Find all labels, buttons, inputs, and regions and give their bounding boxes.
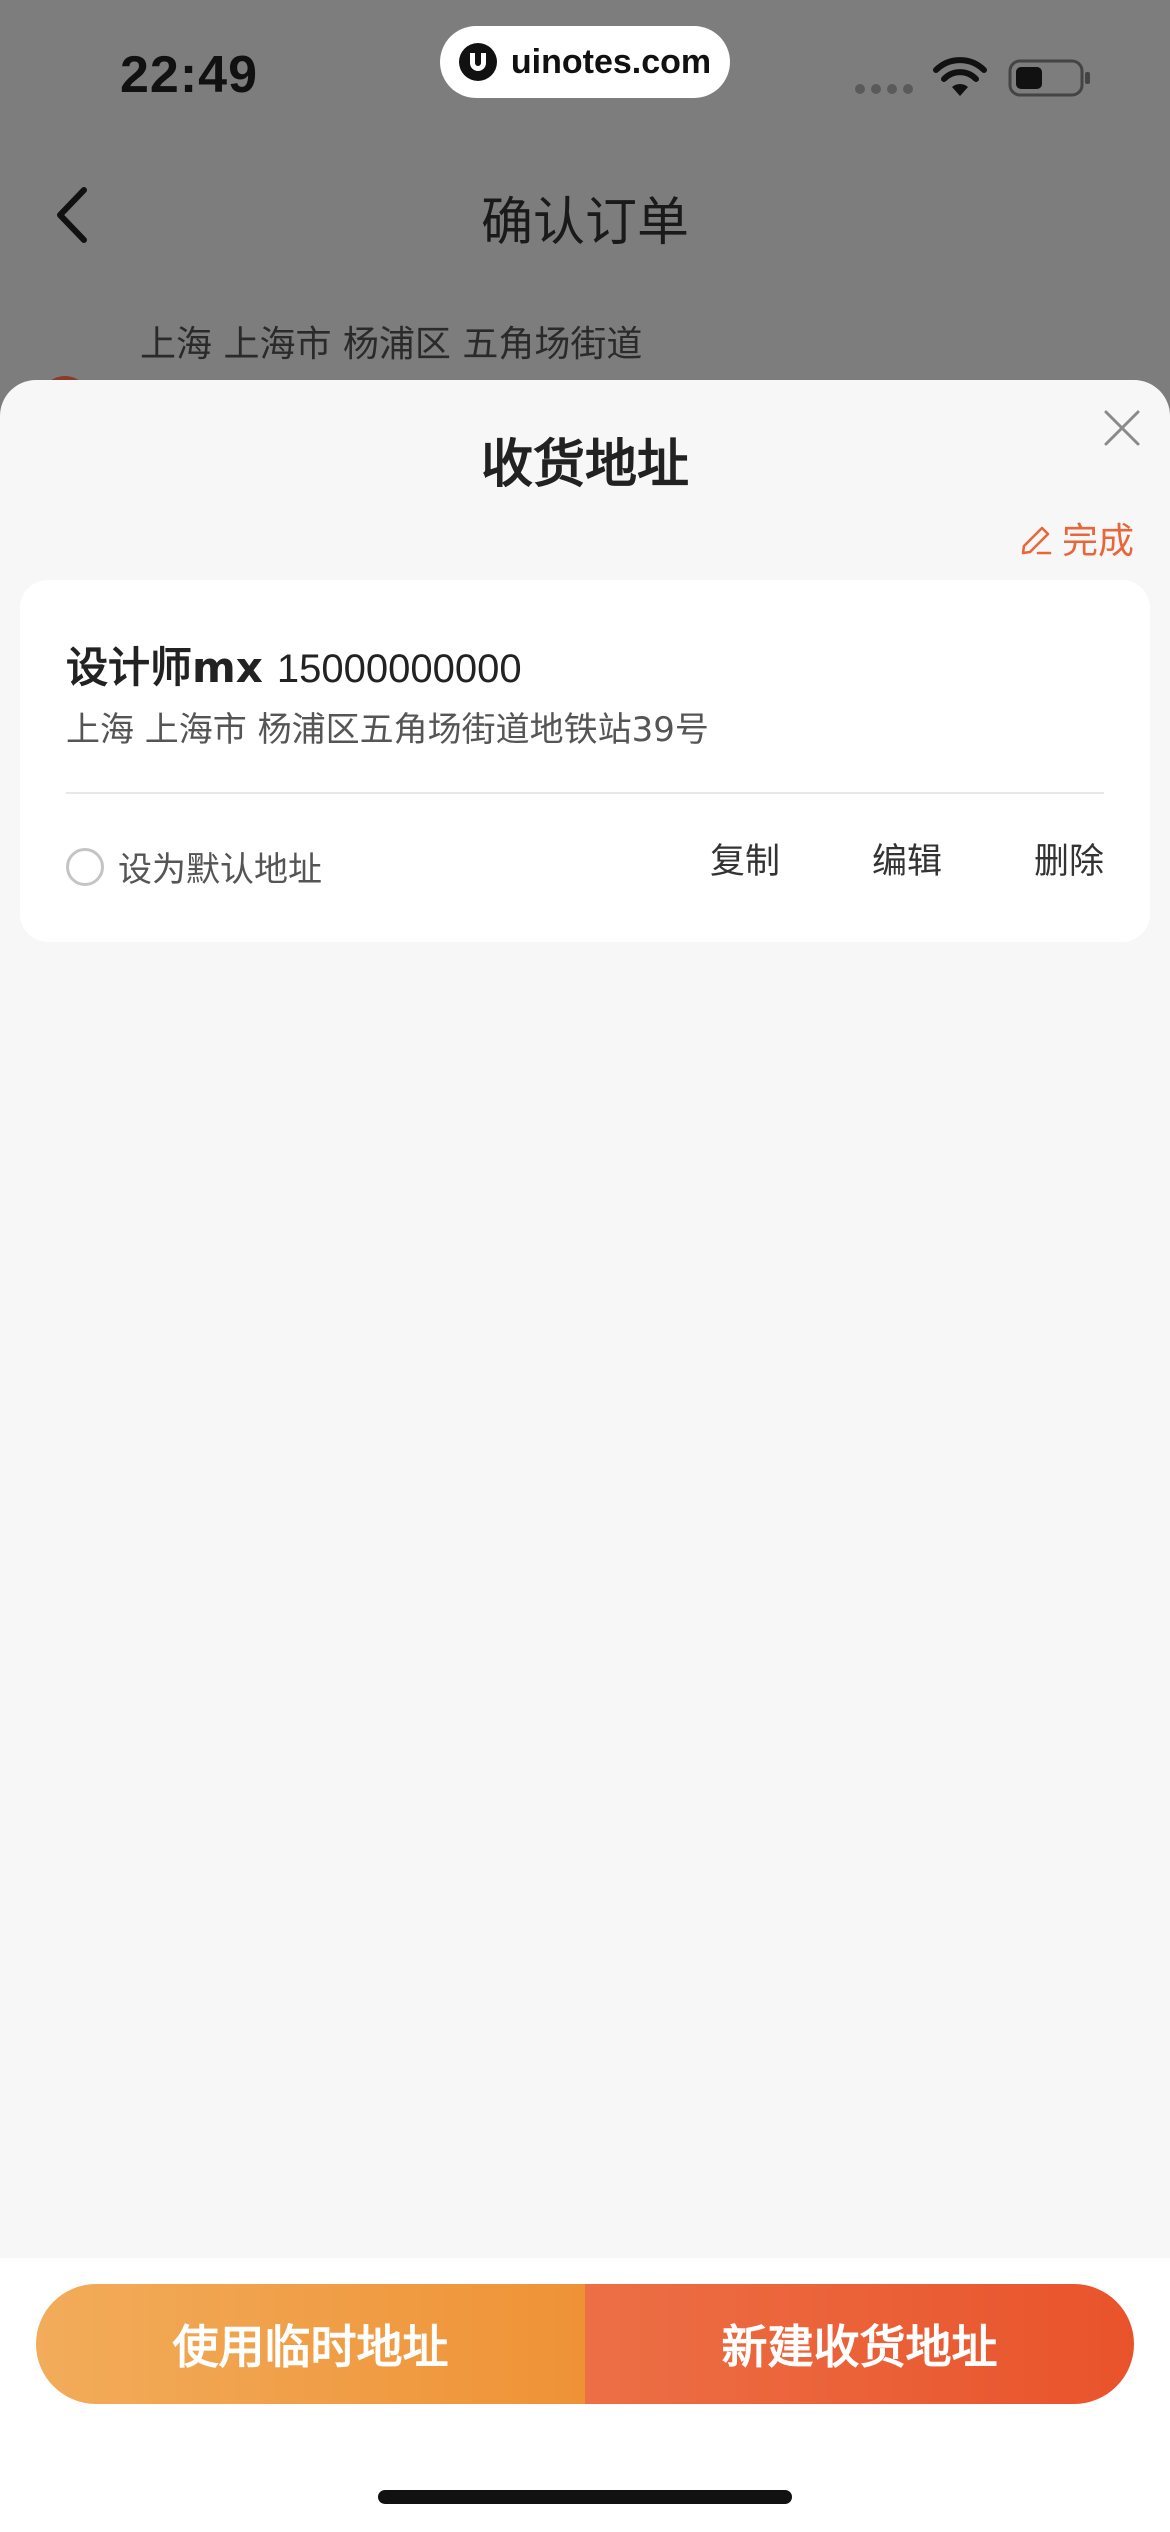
page-title: 确认订单 (480, 193, 689, 253)
background-address-preview: 上海 上海市 杨浦区 五角场街道 (140, 324, 643, 365)
radio-circle-icon[interactable] (66, 847, 104, 886)
contact-row: 设计师mx 15000000000 (66, 634, 522, 695)
address-card[interactable]: 设计师mx 15000000000 上海 上海市 杨浦区五角场街道地铁站39号 … (20, 580, 1150, 942)
recipient-name: 设计师mx (66, 643, 263, 692)
set-default-label: 设为默认地址 (118, 850, 322, 890)
url-text: uinotes.com (510, 42, 712, 81)
uinotes-logo-icon (458, 43, 497, 81)
url-pill[interactable]: uinotes.com (440, 26, 730, 98)
screen: 22:49 uinotes.com 确认订单 上海 上海市 杨浦区 五角场街道 … (0, 0, 1170, 2532)
card-actions: 复制 编辑 删除 (710, 842, 1104, 882)
bottom-buttons: 使用临时地址 新建收货地址 (36, 2284, 1134, 2404)
battery-icon (1008, 59, 1090, 97)
nav-bar: 确认订单 (0, 160, 1170, 270)
recipient-address: 上海 上海市 杨浦区五角场街道地铁站39号 (66, 710, 709, 750)
status-bar: 22:49 uinotes.com (0, 0, 1170, 150)
use-temporary-address-button[interactable]: 使用临时地址 (36, 2284, 585, 2404)
set-default-toggle[interactable]: 设为默认地址 (66, 842, 322, 891)
copy-button[interactable]: 复制 (710, 842, 780, 882)
sheet-title: 收货地址 (480, 435, 689, 495)
cellular-signal-icon (855, 84, 913, 94)
address-sheet: 收货地址 完成 设计师mx 15000000000 上海 上海市 杨浦区五角场街… (0, 380, 1170, 2532)
home-indicator[interactable] (378, 2490, 792, 2504)
card-divider (66, 792, 1104, 794)
background-page: 22:49 uinotes.com 确认订单 上海 上海市 杨浦区 五角场街道 (0, 0, 1170, 406)
status-time: 22:49 (120, 46, 258, 104)
edit-button[interactable]: 编辑 (872, 842, 942, 882)
done-label: 完成 (1061, 521, 1134, 562)
new-address-button[interactable]: 新建收货地址 (585, 2284, 1134, 2404)
delete-button[interactable]: 删除 (1034, 842, 1104, 882)
pencil-icon (1021, 526, 1052, 555)
close-icon[interactable] (1100, 406, 1144, 450)
wifi-icon (933, 57, 987, 96)
done-button[interactable]: 完成 (1018, 512, 1134, 564)
recipient-phone: 15000000000 (276, 647, 522, 691)
